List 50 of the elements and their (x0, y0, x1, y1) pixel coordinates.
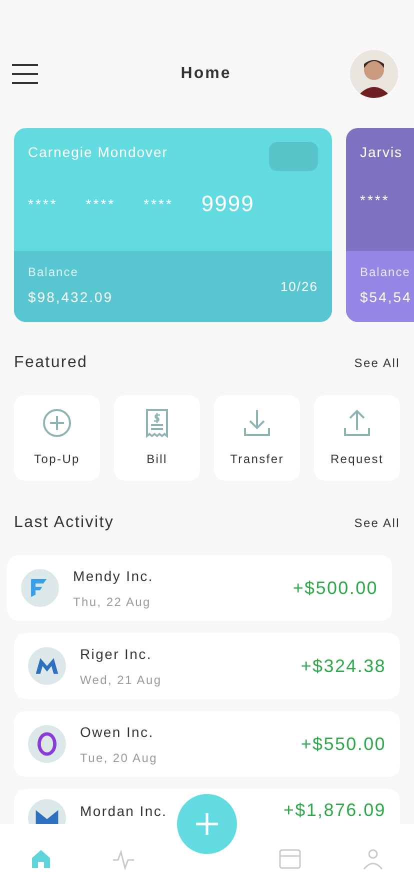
upload-icon (342, 408, 372, 438)
pulse-icon[interactable] (113, 848, 136, 870)
transaction-row[interactable]: Owen Inc. Tue, 20 Aug +$550.00 (14, 711, 400, 777)
riger-logo-icon (28, 647, 66, 685)
page-title: Home (180, 64, 232, 84)
balance-amount: $54,54 (360, 288, 412, 307)
company-name: Mendy Inc. (73, 566, 154, 586)
ring-logo-icon (28, 725, 66, 763)
transaction-date: Wed, 21 Aug (80, 672, 163, 688)
balance-label: Balance (360, 264, 412, 281)
download-icon (242, 408, 272, 438)
avatar[interactable] (350, 50, 398, 98)
card-number: **** (360, 193, 390, 210)
transaction-amount: +$500.00 (292, 579, 378, 597)
see-all-link[interactable]: See All (354, 514, 400, 532)
transaction-amount: +$1,876.09 (283, 801, 386, 819)
company-name: Owen Inc. (80, 722, 155, 742)
balance-amount: $98,432.09 (28, 288, 114, 307)
menu-button[interactable] (12, 64, 38, 84)
transaction-row[interactable]: Riger Inc. Wed, 21 Aug +$324.38 (14, 633, 400, 699)
mendy-logo-icon (21, 569, 59, 607)
section-title: Featured (14, 353, 88, 373)
transaction-date: Thu, 22 Aug (73, 594, 152, 610)
company-name: Riger Inc. (80, 644, 153, 664)
plus-circle-icon (42, 408, 72, 438)
bank-card[interactable]: Jarvis **** Balance $54,54 (346, 128, 414, 322)
card-expiry: 10/26 (280, 278, 318, 296)
transaction-date: Tue, 20 Aug (80, 750, 158, 766)
feature-button[interactable]: Bill (114, 395, 200, 481)
plus-icon (195, 812, 219, 836)
card-icon[interactable] (278, 848, 301, 870)
company-name: Mordan Inc. (80, 802, 168, 821)
transaction-amount: +$550.00 (300, 735, 386, 753)
home-icon[interactable] (30, 848, 52, 870)
transaction-row[interactable]: Mendy Inc. Thu, 22 Aug +$500.00 (7, 555, 392, 621)
card-holder: Jarvis (360, 143, 403, 162)
card-number: 9999 (201, 193, 254, 215)
card-holder: Carnegie Mondover (28, 143, 168, 162)
card-number: **** (86, 197, 116, 214)
card-number: **** (144, 197, 174, 214)
section-title: Last Activity (14, 513, 114, 533)
user-icon[interactable] (362, 848, 384, 870)
feature-button[interactable]: Top-Up (14, 395, 100, 481)
card-number: **** (28, 197, 58, 214)
see-all-link[interactable]: See All (354, 354, 400, 372)
transaction-amount: +$324.38 (300, 657, 386, 675)
feature-button[interactable]: Request (314, 395, 400, 481)
balance-label: Balance (28, 264, 80, 281)
feature-button[interactable]: Transfer (214, 395, 300, 481)
transaction-row[interactable]: Mordan Inc. +$1,876.09 (14, 789, 400, 824)
